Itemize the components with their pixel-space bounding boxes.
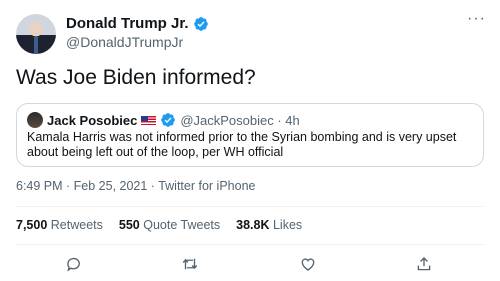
retweet-icon[interactable] xyxy=(178,252,202,276)
likes-count: 38.8K xyxy=(236,218,270,232)
avatar-tie xyxy=(34,37,38,54)
quote-tweets-count: 550 xyxy=(118,218,140,232)
divider xyxy=(16,244,484,245)
quote-author-name: Jack Posobiec xyxy=(47,112,138,128)
tweet-text: Was Joe Biden informed? xyxy=(16,66,256,89)
quote-tweets-label: Quote Tweets xyxy=(143,218,221,232)
more-icon[interactable]: ··· xyxy=(467,11,486,27)
author-handle[interactable]: @DonaldJTrumpJr xyxy=(66,34,183,50)
likes-label: Likes xyxy=(272,218,303,232)
action-bar xyxy=(0,252,500,276)
avatar[interactable] xyxy=(16,14,56,54)
quote-avatar xyxy=(27,112,43,128)
tweet-meta[interactable]: 6:49 PM · Feb 25, 2021 · Twitter for iPh… xyxy=(16,179,255,193)
quoted-tweet[interactable]: Jack Posobiec @JackPosobiec · 4h Kamala … xyxy=(16,103,484,167)
divider xyxy=(16,206,484,207)
retweets-stat[interactable]: 7,500 Retweets xyxy=(16,218,103,232)
tweet-stats: 7,500 Retweets 550 Quote Tweets 38.8K Li… xyxy=(16,218,302,232)
quote-header: Jack Posobiec @JackPosobiec · 4h xyxy=(27,112,300,128)
tweet: Donald Trump Jr. @DonaldJTrumpJr ··· Was… xyxy=(0,0,500,281)
us-flag-icon xyxy=(141,115,157,125)
retweets-count: 7,500 xyxy=(16,218,48,232)
like-icon[interactable] xyxy=(296,252,320,276)
share-icon[interactable] xyxy=(412,252,436,276)
likes-stat[interactable]: 38.8K Likes xyxy=(236,218,302,232)
quote-text: Kamala Harris was not informed prior to … xyxy=(27,130,457,159)
quote-handle-time: @JackPosobiec · 4h xyxy=(180,112,300,128)
verified-icon xyxy=(193,16,208,31)
author-display-name[interactable]: Donald Trump Jr. xyxy=(66,15,189,32)
author-name-row: Donald Trump Jr. xyxy=(66,15,209,32)
retweets-label: Retweets xyxy=(50,218,103,232)
quote-tweets-stat[interactable]: 550 Quote Tweets xyxy=(119,218,220,232)
reply-icon[interactable] xyxy=(62,252,86,276)
verified-icon xyxy=(161,113,176,127)
